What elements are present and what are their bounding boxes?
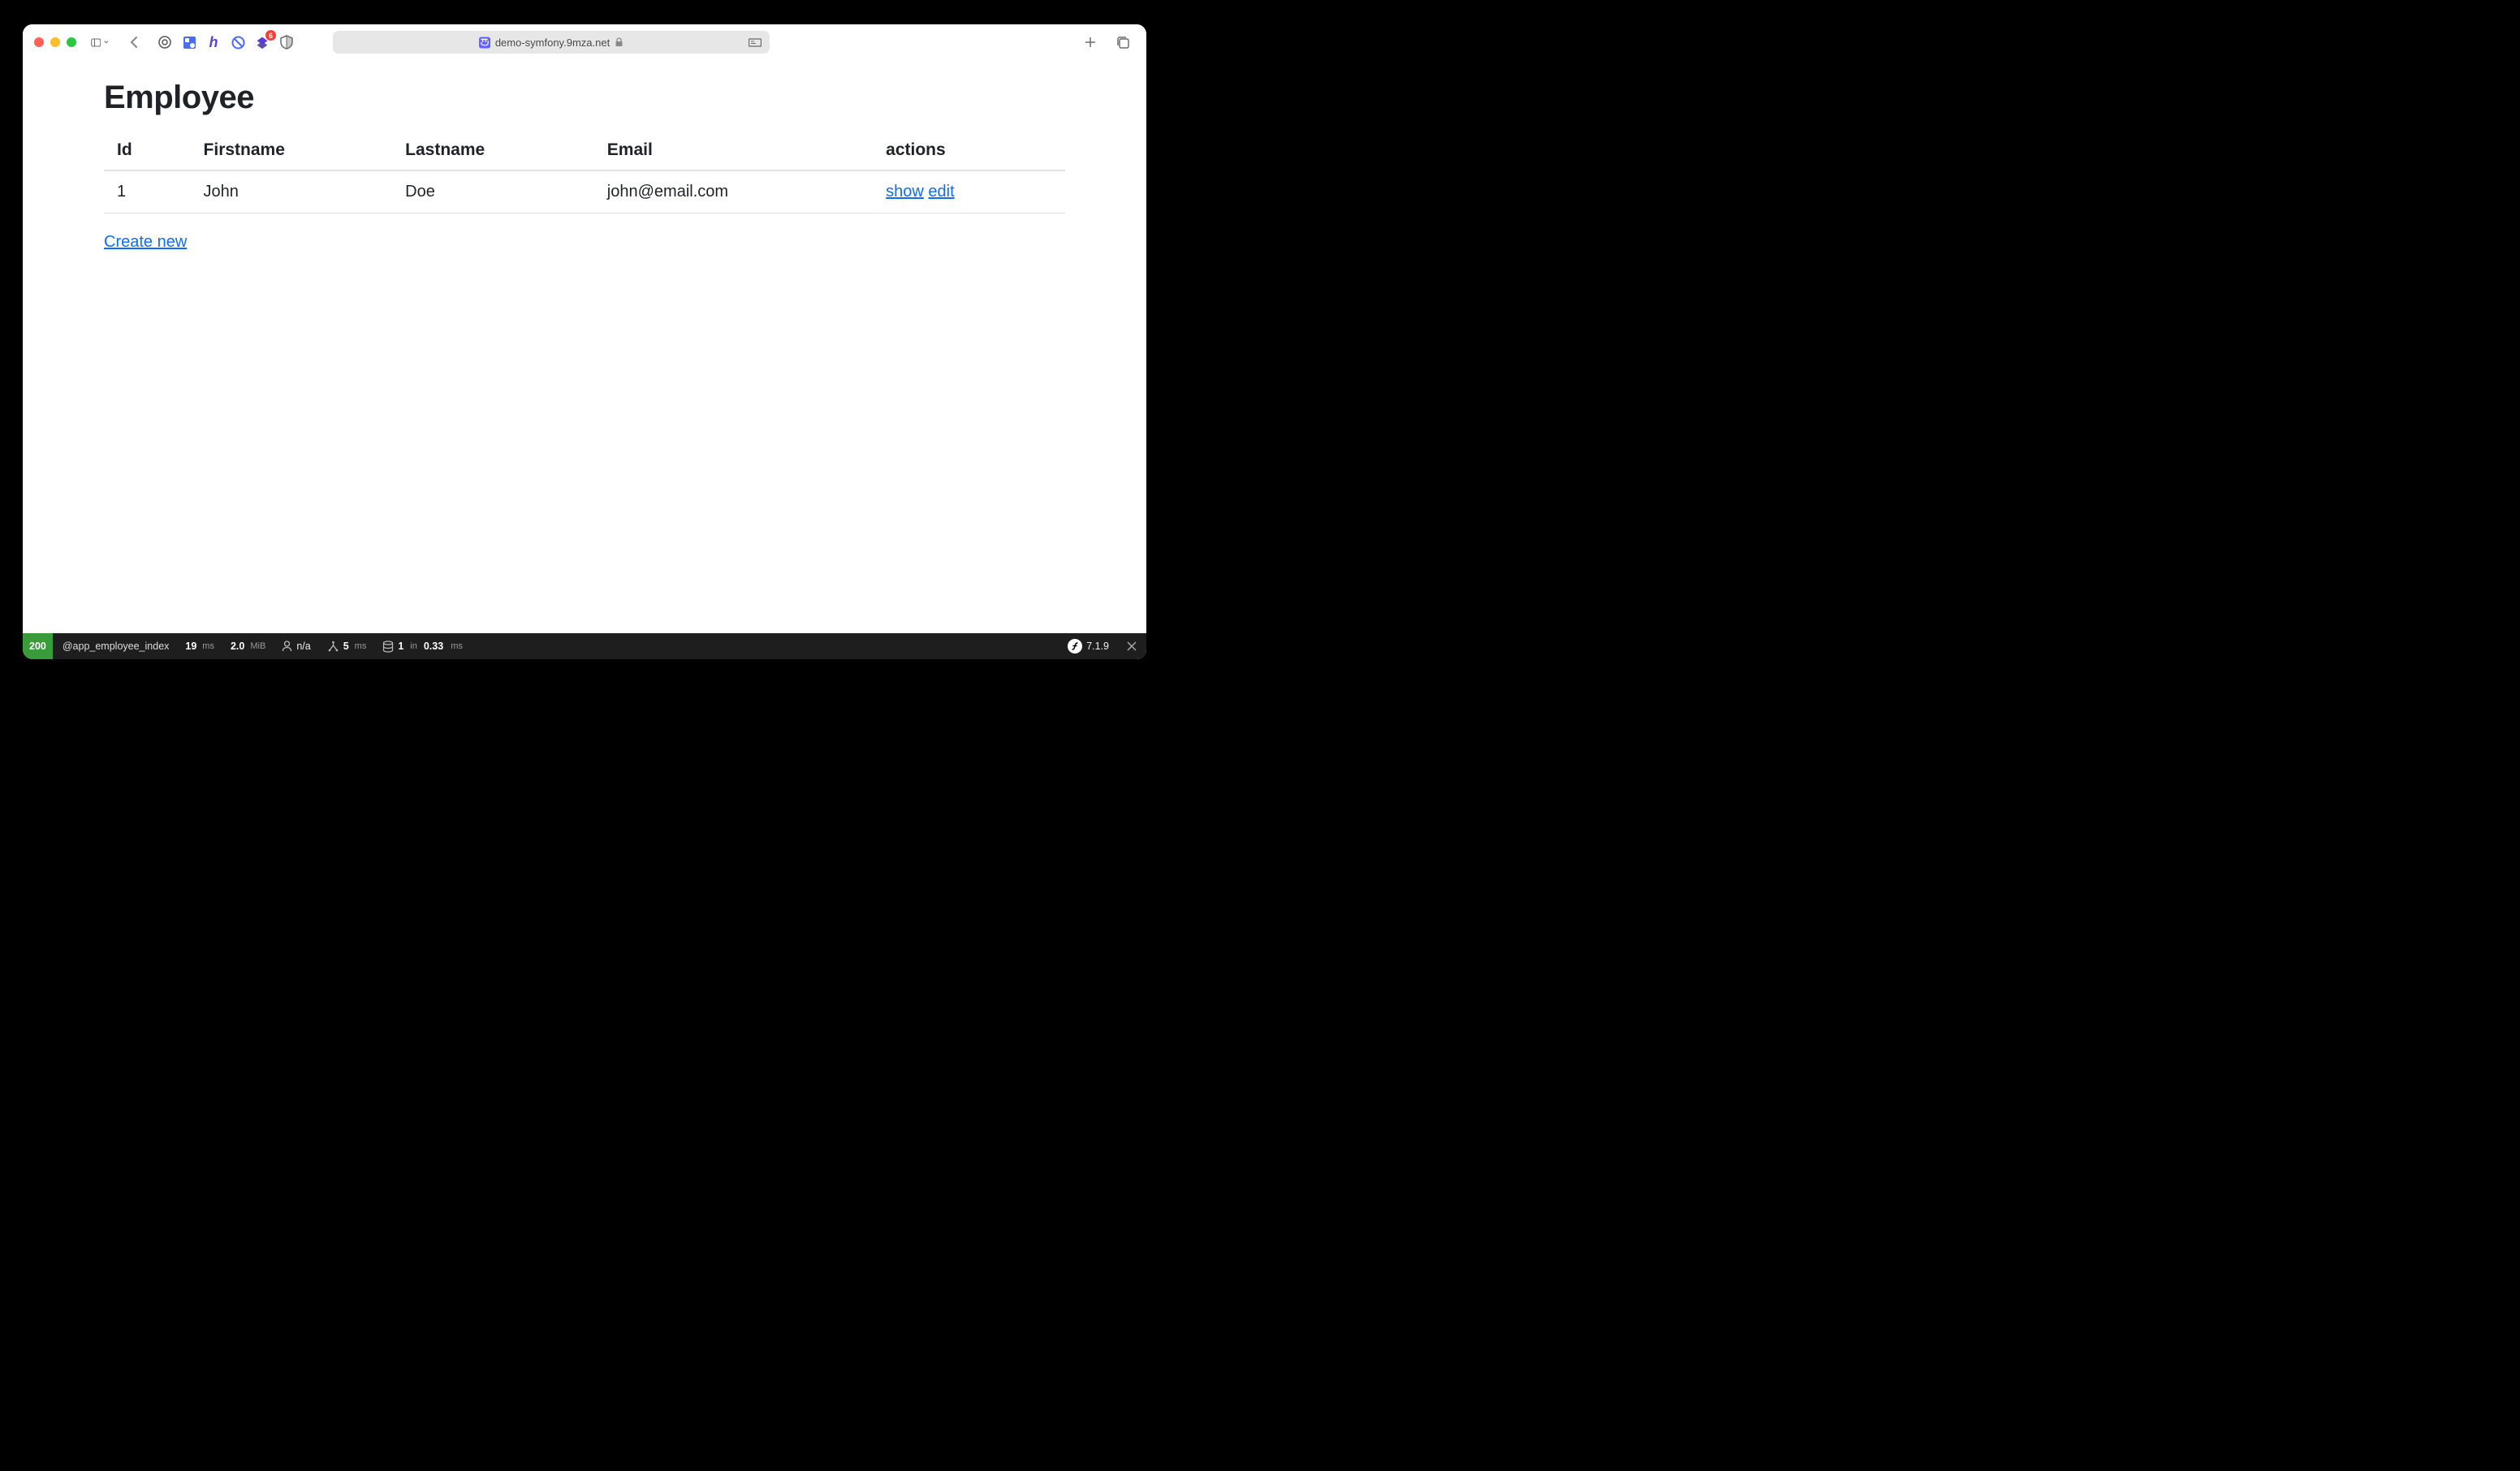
cell-lastname: Doe xyxy=(392,170,594,214)
db-unit: ms xyxy=(451,641,463,651)
user-icon xyxy=(282,641,292,652)
cell-email: john@email.com xyxy=(594,170,873,214)
extension-row: h 6 xyxy=(158,35,294,50)
toolbar-close-button[interactable] xyxy=(1117,641,1146,651)
th-lastname: Lastname xyxy=(392,132,594,170)
th-email: Email xyxy=(594,132,873,170)
mem-unit: MiB xyxy=(250,641,265,651)
sidebar-toggle-button[interactable] xyxy=(91,33,109,51)
route-name[interactable]: @app_employee_index xyxy=(54,633,178,659)
window-controls xyxy=(34,37,76,47)
close-window-icon[interactable] xyxy=(34,37,44,47)
time-value: 19 xyxy=(185,641,196,652)
reader-icon[interactable] xyxy=(749,37,762,48)
db-panel[interactable]: 1 in 0.33 ms xyxy=(374,633,471,659)
ext-badge: 6 xyxy=(265,30,276,41)
page-title: Employee xyxy=(104,80,1065,116)
create-new-row: Create new xyxy=(104,233,1065,252)
memory-panel[interactable]: 2.0 MiB xyxy=(222,633,274,659)
browser-window: h 6 demo-symfony.9mza.net xyxy=(23,24,1146,659)
chevron-down-icon xyxy=(104,39,109,45)
db-count: 1 xyxy=(398,641,403,652)
tabs-overview-button[interactable] xyxy=(1114,33,1132,51)
maximize-window-icon[interactable] xyxy=(67,37,76,47)
twig-value: 5 xyxy=(343,641,349,652)
symfony-version-panel[interactable]: 7.1.9 xyxy=(1059,633,1117,659)
twig-unit: ms xyxy=(355,641,367,651)
db-in: in xyxy=(410,641,417,651)
table-row: 1 John Doe john@email.com show edit xyxy=(104,170,1065,214)
lock-icon xyxy=(615,37,624,47)
layers-ext-icon[interactable]: 6 xyxy=(255,35,270,50)
site-favicon-icon xyxy=(479,37,490,48)
shield-ext-icon[interactable] xyxy=(279,35,294,50)
devtools-ext-icon[interactable] xyxy=(182,35,196,50)
table-header-row: Id Firstname Lastname Email actions xyxy=(104,132,1065,170)
nav-back-button[interactable] xyxy=(125,33,143,51)
minimize-window-icon[interactable] xyxy=(50,37,60,47)
cell-id: 1 xyxy=(104,170,191,214)
symfony-version: 7.1.9 xyxy=(1086,641,1109,652)
th-firstname: Firstname xyxy=(191,132,393,170)
page-content: Employee Id Firstname Lastname Email act… xyxy=(23,60,1146,633)
status-badge[interactable]: 200 xyxy=(23,633,53,659)
symfony-toolbar: 200 @app_employee_index 19ms 2.0MiB n/a … xyxy=(23,633,1146,659)
new-tab-button[interactable] xyxy=(1081,33,1099,51)
th-id: Id xyxy=(104,132,191,170)
honey-ext-icon[interactable]: h xyxy=(206,35,221,50)
browser-chrome: h 6 demo-symfony.9mza.net xyxy=(23,24,1146,60)
blocker-ext-icon[interactable] xyxy=(231,35,245,50)
twig-panel[interactable]: 5 ms xyxy=(319,633,375,659)
employee-table: Id Firstname Lastname Email actions 1 Jo… xyxy=(104,132,1065,214)
url-text: demo-symfony.9mza.net xyxy=(495,37,610,49)
edit-link[interactable]: edit xyxy=(928,183,954,201)
db-time: 0.33 xyxy=(424,641,443,652)
target-ext-icon[interactable] xyxy=(158,35,172,50)
create-new-link[interactable]: Create new xyxy=(104,233,187,251)
symfony-logo-icon xyxy=(1068,639,1082,654)
time-unit: ms xyxy=(202,641,214,651)
database-icon xyxy=(382,641,394,653)
address-bar[interactable]: demo-symfony.9mza.net xyxy=(333,31,770,54)
th-actions: actions xyxy=(873,132,1065,170)
chrome-right-icons xyxy=(1081,33,1132,51)
cell-firstname: John xyxy=(191,170,393,214)
user-panel[interactable]: n/a xyxy=(274,633,318,659)
cell-actions: show edit xyxy=(873,170,1065,214)
show-link[interactable]: show xyxy=(886,183,924,201)
mem-value: 2.0 xyxy=(231,641,244,652)
user-value: n/a xyxy=(296,641,310,652)
twig-icon xyxy=(327,641,339,652)
time-panel[interactable]: 19 ms xyxy=(177,633,222,659)
